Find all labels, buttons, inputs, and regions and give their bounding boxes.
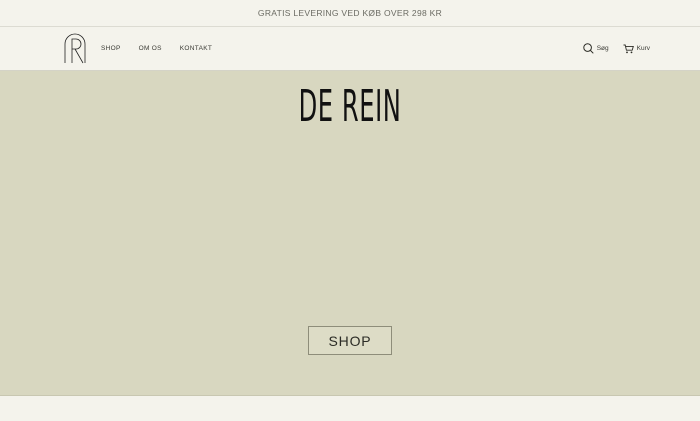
page-bottom-strip	[0, 396, 700, 421]
search-button[interactable]: Søg	[583, 43, 609, 54]
cart-icon	[623, 44, 634, 53]
cart-button[interactable]: Kurv	[623, 44, 650, 54]
site-header: SHOP OM OS KONTAKT Søg Kurv	[0, 27, 700, 71]
announcement-text: GRATIS LEVERING VED KØB OVER 298 KR	[257, 8, 443, 18]
shop-button-label: SHOP	[328, 332, 372, 349]
cart-label: Kurv	[636, 45, 650, 52]
nav-om-os-link[interactable]: OM OS	[139, 45, 162, 52]
search-icon	[583, 43, 594, 54]
hero-banner: DE REIN SHOP	[0, 71, 700, 396]
shop-button[interactable]: SHOP	[308, 326, 392, 355]
announcement-bar: GRATIS LEVERING VED KØB OVER 298 KR	[0, 0, 700, 27]
search-label: Søg	[596, 45, 609, 52]
header-actions: Søg Kurv	[583, 27, 650, 70]
hero-title: DE REIN	[298, 81, 402, 132]
main-nav: SHOP OM OS KONTAKT	[101, 27, 212, 70]
logo-icon[interactable]	[64, 33, 86, 64]
nav-kontakt-link[interactable]: KONTAKT	[180, 45, 212, 52]
nav-shop-link[interactable]: SHOP	[101, 45, 121, 52]
